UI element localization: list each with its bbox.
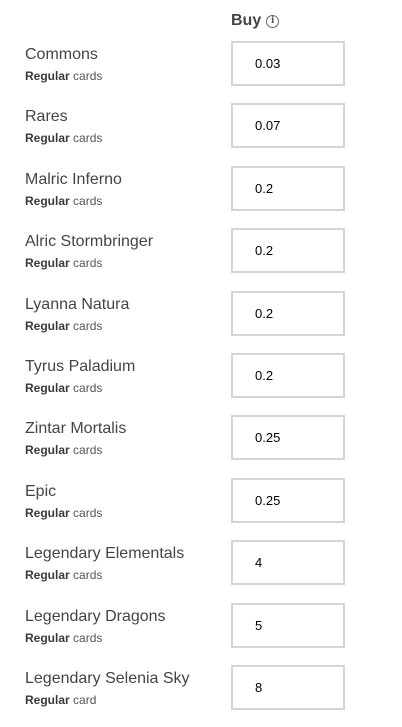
- card-name: Legendary Selenia Sky: [25, 669, 190, 687]
- buy-price-input[interactable]: [231, 664, 345, 710]
- card-row: Rares Regular cards: [0, 103, 402, 165]
- buy-price-input[interactable]: [231, 41, 345, 86]
- card-kind: cards: [73, 505, 103, 520]
- card-subtitle: Regular cards: [25, 631, 102, 645]
- card-qualifier: Regular: [25, 692, 70, 707]
- card-qualifier: Regular: [25, 443, 70, 458]
- card-qualifier: Regular: [25, 69, 70, 83]
- card-subtitle: Regular cards: [25, 568, 102, 582]
- card-row: Legendary Selenia Sky Regular card: [0, 664, 402, 727]
- card-name: Alric Stormbringer: [25, 233, 154, 251]
- card-row: Lyanna Natura Regular cards: [0, 290, 402, 353]
- card-name: Lyanna Natura: [25, 295, 130, 313]
- card-row: Commons Regular cards: [0, 41, 402, 103]
- card-kind: cards: [73, 380, 103, 395]
- card-qualifier: Regular: [25, 193, 70, 208]
- buy-price-input[interactable]: [231, 165, 345, 211]
- card-qualifier: Regular: [25, 568, 70, 583]
- info-icon[interactable]: i: [266, 14, 280, 28]
- card-kind: cards: [73, 256, 103, 271]
- card-name: Legendary Elementals: [25, 545, 185, 563]
- card-subtitle: Regular cards: [25, 131, 102, 145]
- card-kind: cards: [73, 318, 103, 333]
- buy-price-input[interactable]: [231, 352, 345, 398]
- card-subtitle: Regular cards: [25, 381, 102, 395]
- card-kind: cards: [73, 443, 103, 458]
- card-price-list: CommonsRegular cardsRaresRegular cardsMa…: [0, 41, 402, 727]
- card-qualifier: Regular: [25, 505, 70, 520]
- card-qualifier: Regular: [25, 256, 70, 271]
- card-row: Alric Stormbringer Regular cards: [0, 228, 402, 290]
- card-name: Commons: [25, 46, 98, 63]
- card-subtitle: Regular cards: [25, 256, 102, 270]
- buy-price-input[interactable]: [231, 103, 345, 149]
- card-kind: cards: [73, 131, 103, 146]
- card-kind: cards: [73, 568, 103, 583]
- card-row: Zintar Mortalis Regular cards: [0, 415, 402, 477]
- card-name: Malric Inferno: [25, 170, 122, 188]
- card-name: Epic: [25, 482, 57, 500]
- card-row: Malric Inferno Regular cards: [0, 165, 402, 228]
- card-row: Legendary Elementals Regular cards: [0, 540, 402, 602]
- card-kind: card: [73, 692, 97, 707]
- card-subtitle: Regular cards: [25, 443, 102, 457]
- card-name: Rares: [25, 108, 68, 126]
- buy-price-input[interactable]: [231, 290, 345, 336]
- card-qualifier: Regular: [25, 630, 70, 645]
- card-qualifier: Regular: [25, 318, 70, 333]
- card-kind: cards: [73, 630, 103, 645]
- card-row: Tyrus Paladium Regular cards: [0, 352, 402, 415]
- card-subtitle: Regular cards: [25, 506, 102, 520]
- card-kind: cards: [73, 193, 103, 208]
- card-row: Legendary Dragons Regular cards: [0, 602, 402, 665]
- card-kind: cards: [73, 69, 103, 83]
- card-qualifier: Regular: [25, 131, 70, 146]
- card-subtitle: Regular cards: [25, 69, 102, 83]
- buy-price-input[interactable]: [231, 228, 345, 274]
- buy-price-input[interactable]: [231, 477, 345, 523]
- buy-price-input[interactable]: [231, 602, 345, 648]
- card-subtitle: Regular cards: [25, 194, 102, 208]
- card-subtitle: Regular cards: [25, 319, 102, 333]
- card-qualifier: Regular: [25, 380, 70, 395]
- buy-header-label: Buy: [231, 12, 262, 29]
- card-subtitle: Regular card: [25, 693, 96, 707]
- card-name: Zintar Mortalis: [25, 420, 127, 438]
- card-name: Legendary Dragons: [25, 607, 166, 625]
- card-name: Tyrus Paladium: [25, 357, 136, 375]
- buy-price-input[interactable]: [231, 540, 345, 586]
- buy-column-header: Buy i: [231, 10, 280, 32]
- card-row: Epic Regular cards: [0, 477, 402, 540]
- buy-price-input[interactable]: [231, 415, 345, 461]
